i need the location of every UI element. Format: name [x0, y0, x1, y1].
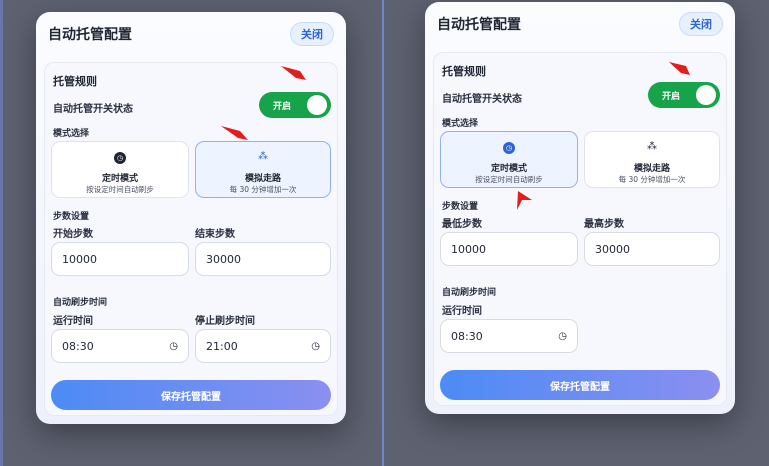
mode-card-timed[interactable]: ◷ 定时模式 按设定时间自动刷步 — [51, 141, 189, 198]
dialog-body: 托管规则 自动托管开关状态 开启 模式选择 ◷ 定时模式 按设定时间自动刷步 ⁂… — [433, 52, 727, 406]
mode-desc: 按设定时间自动刷步 — [86, 185, 154, 194]
mode-desc: 按设定时间自动刷步 — [475, 175, 543, 184]
switch-label: 自动托管开关状态 — [53, 104, 133, 115]
clock-icon: ◷ — [114, 152, 126, 164]
rule-section-title: 托管规则 — [53, 75, 97, 88]
toggle-text: 开启 — [273, 101, 292, 112]
toggle-text: 开启 — [662, 91, 681, 102]
clock-icon[interactable]: ◷ — [558, 331, 567, 342]
run-time-value: 08:30 — [451, 329, 483, 343]
dialog-header: 自动托管配置 关闭 — [36, 12, 346, 56]
footsteps-icon: ⁂ — [258, 151, 268, 162]
steps-section-title: 步数设置 — [442, 202, 479, 212]
max-steps-value: 30000 — [595, 242, 630, 256]
auto-hosting-toggle[interactable]: 开启 — [648, 82, 720, 108]
stop-time-value: 21:00 — [206, 339, 238, 353]
close-button[interactable]: 关闭 — [290, 22, 334, 46]
run-time-input[interactable]: 08:30 ◷ — [51, 329, 189, 363]
background-divider — [382, 0, 384, 466]
stop-time-input[interactable]: 21:00 ◷ — [195, 329, 331, 363]
mode-name: 定时模式 — [101, 174, 138, 184]
footsteps-icon: ⁂ — [647, 141, 657, 152]
mode-card-walk[interactable]: ⁂ 模拟走路 每 30 分钟增加一次 — [195, 141, 331, 198]
rule-section-title: 托管规则 — [442, 65, 486, 78]
dialog-body: 托管规则 自动托管开关状态 开启 模式选择 ◷ 定时模式 按设定时间自动刷步 ⁂… — [44, 62, 338, 416]
mode-card-walk[interactable]: ⁂ 模拟走路 每 30 分钟增加一次 — [584, 131, 720, 188]
run-time-label: 运行时间 — [53, 316, 93, 327]
mode-name: 模拟走路 — [633, 164, 670, 174]
max-steps-input[interactable]: 30000 — [584, 232, 720, 266]
switch-label: 自动托管开关状态 — [442, 94, 522, 105]
save-config-button[interactable]: 保存托管配置 — [51, 380, 331, 410]
run-time-label: 运行时间 — [442, 306, 482, 317]
toggle-knob — [307, 95, 327, 115]
clock-icon[interactable]: ◷ — [311, 341, 320, 352]
start-steps-label: 开始步数 — [53, 229, 93, 240]
min-steps-label: 最低步数 — [442, 219, 482, 230]
dialog-title: 自动托管配置 — [48, 27, 132, 43]
auto-hosting-dialog-right: 自动托管配置 关闭 托管规则 自动托管开关状态 开启 模式选择 ◷ 定时模式 按… — [425, 2, 735, 414]
end-steps-label: 结束步数 — [195, 229, 235, 240]
min-steps-input[interactable]: 10000 — [440, 232, 578, 266]
mode-name: 定时模式 — [490, 164, 527, 174]
steps-section-title: 步数设置 — [53, 212, 90, 222]
clock-icon: ◷ — [503, 142, 515, 154]
clock-icon[interactable]: ◷ — [169, 341, 178, 352]
dialog-header: 自动托管配置 关闭 — [425, 2, 735, 46]
start-steps-value: 10000 — [62, 252, 97, 266]
background-edge — [0, 0, 3, 466]
stop-time-label: 停止刷步时间 — [195, 316, 255, 327]
time-section-title: 自动刷步时间 — [53, 298, 108, 308]
auto-hosting-dialog-left: 自动托管配置 关闭 托管规则 自动托管开关状态 开启 模式选择 ◷ 定时模式 按… — [36, 12, 346, 424]
dialog-title: 自动托管配置 — [437, 17, 521, 33]
toggle-knob — [696, 85, 716, 105]
end-steps-value: 30000 — [206, 252, 241, 266]
run-time-input[interactable]: 08:30 ◷ — [440, 319, 578, 353]
time-section-title: 自动刷步时间 — [442, 288, 497, 298]
mode-card-timed[interactable]: ◷ 定时模式 按设定时间自动刷步 — [440, 131, 578, 188]
run-time-value: 08:30 — [62, 339, 94, 353]
start-steps-input[interactable]: 10000 — [51, 242, 189, 276]
mode-desc: 每 30 分钟增加一次 — [618, 175, 686, 184]
end-steps-input[interactable]: 30000 — [195, 242, 331, 276]
max-steps-label: 最高步数 — [584, 219, 624, 230]
mode-label: 模式选择 — [53, 129, 90, 139]
min-steps-value: 10000 — [451, 242, 486, 256]
mode-label: 模式选择 — [442, 119, 479, 129]
auto-hosting-toggle[interactable]: 开启 — [259, 92, 331, 118]
close-button[interactable]: 关闭 — [679, 12, 723, 36]
mode-desc: 每 30 分钟增加一次 — [229, 185, 297, 194]
mode-name: 模拟走路 — [244, 174, 281, 184]
save-config-button[interactable]: 保存托管配置 — [440, 370, 720, 400]
